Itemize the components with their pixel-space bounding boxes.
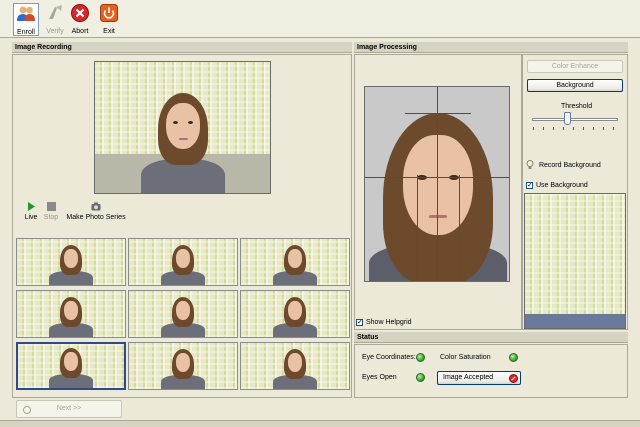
status-title: Status <box>357 334 379 341</box>
live-label: Live <box>24 214 38 221</box>
color-saturation-label: Color Saturation <box>440 354 491 361</box>
record-background-button[interactable]: Record Background <box>526 160 601 170</box>
threshold-slider-thumb[interactable] <box>563 112 571 125</box>
photo-thumbnail[interactable] <box>128 342 238 390</box>
eyes-open-label: Eyes Open <box>362 374 397 381</box>
verify-button[interactable]: Verify <box>42 3 68 36</box>
helpgrid-top-line <box>405 113 471 114</box>
threshold-slider-track[interactable] <box>532 118 618 121</box>
image-accepted-label: Image Accepted <box>443 374 494 381</box>
stop-label: Stop <box>43 214 59 221</box>
photo-thumbnail-selected[interactable] <box>16 342 126 390</box>
image-processing-header: Image Processing <box>354 42 628 53</box>
color-enhance-button[interactable]: Color Enhance <box>527 60 623 73</box>
photo-thumbnail[interactable] <box>240 238 350 286</box>
helpgrid-center-line <box>437 87 438 281</box>
threshold-slider-ticks <box>533 127 617 130</box>
eye-coordinates-ok-icon <box>416 353 425 362</box>
status-bar <box>0 420 640 427</box>
live-camera-view <box>94 61 271 194</box>
users-icon <box>17 6 35 21</box>
next-arrow-icon <box>23 406 31 414</box>
exit-button[interactable]: Exit <box>96 3 122 36</box>
helpgrid-left-line <box>417 175 418 281</box>
show-helpgrid-label: Show Helpgrid <box>366 319 412 326</box>
photo-thumbnail[interactable] <box>128 290 238 338</box>
image-processing-title: Image Processing <box>357 44 417 51</box>
photo-thumbnail[interactable] <box>16 238 126 286</box>
threshold-label: Threshold <box>561 103 593 110</box>
power-icon <box>100 4 118 22</box>
image-recording-title: Image Recording <box>15 44 72 51</box>
next-label: Next >> <box>56 405 82 412</box>
background-preview <box>524 193 626 329</box>
photo-thumbnail[interactable] <box>128 238 238 286</box>
stop-button[interactable]: Stop <box>42 202 60 222</box>
photo-thumbnail[interactable] <box>16 290 126 338</box>
show-helpgrid-checkbox[interactable]: ✓ <box>356 319 363 326</box>
image-accepted-error-icon <box>509 374 518 383</box>
stop-icon <box>46 202 56 211</box>
status-header: Status <box>354 332 628 343</box>
enroll-button[interactable]: Enroll <box>13 3 39 36</box>
helpgrid-right-line <box>459 175 460 281</box>
toolbar: Enroll Verify Abort Exit <box>0 0 640 38</box>
eye-coordinates-label: Eye Coordinates: <box>362 354 416 361</box>
background-button[interactable]: Background <box>527 79 623 92</box>
use-background-checkbox[interactable]: ✓ <box>526 182 533 189</box>
use-background-label: Use Background <box>536 182 588 189</box>
play-icon <box>27 202 35 211</box>
next-button[interactable]: Next >> <box>16 400 122 418</box>
camera-icon <box>91 202 101 211</box>
abort-label: Abort <box>71 28 89 35</box>
image-accepted-button[interactable]: Image Accepted <box>437 371 521 385</box>
photo-thumbnail[interactable] <box>240 342 350 390</box>
eyes-open-ok-icon <box>416 373 425 382</box>
verify-label: Verify <box>46 28 64 35</box>
photo-series-grid <box>14 236 350 392</box>
light-bulb-icon <box>526 160 534 169</box>
make-photo-series-button[interactable]: Make Photo Series <box>66 202 126 222</box>
helpgrid-eye-line <box>365 177 509 178</box>
subject-figure <box>123 83 243 193</box>
processed-portrait <box>364 86 510 282</box>
exit-label: Exit <box>103 28 115 35</box>
abort-icon <box>71 4 89 22</box>
live-button[interactable]: Live <box>22 202 40 222</box>
photo-thumbnail[interactable] <box>240 290 350 338</box>
enroll-label: Enroll <box>17 29 35 36</box>
abort-button[interactable]: Abort <box>67 3 93 36</box>
record-background-label: Record Background <box>538 161 601 169</box>
color-saturation-ok-icon <box>509 353 518 362</box>
make-photo-series-label: Make Photo Series <box>66 214 126 221</box>
image-recording-header: Image Recording <box>12 42 352 53</box>
verify-icon <box>49 5 62 19</box>
